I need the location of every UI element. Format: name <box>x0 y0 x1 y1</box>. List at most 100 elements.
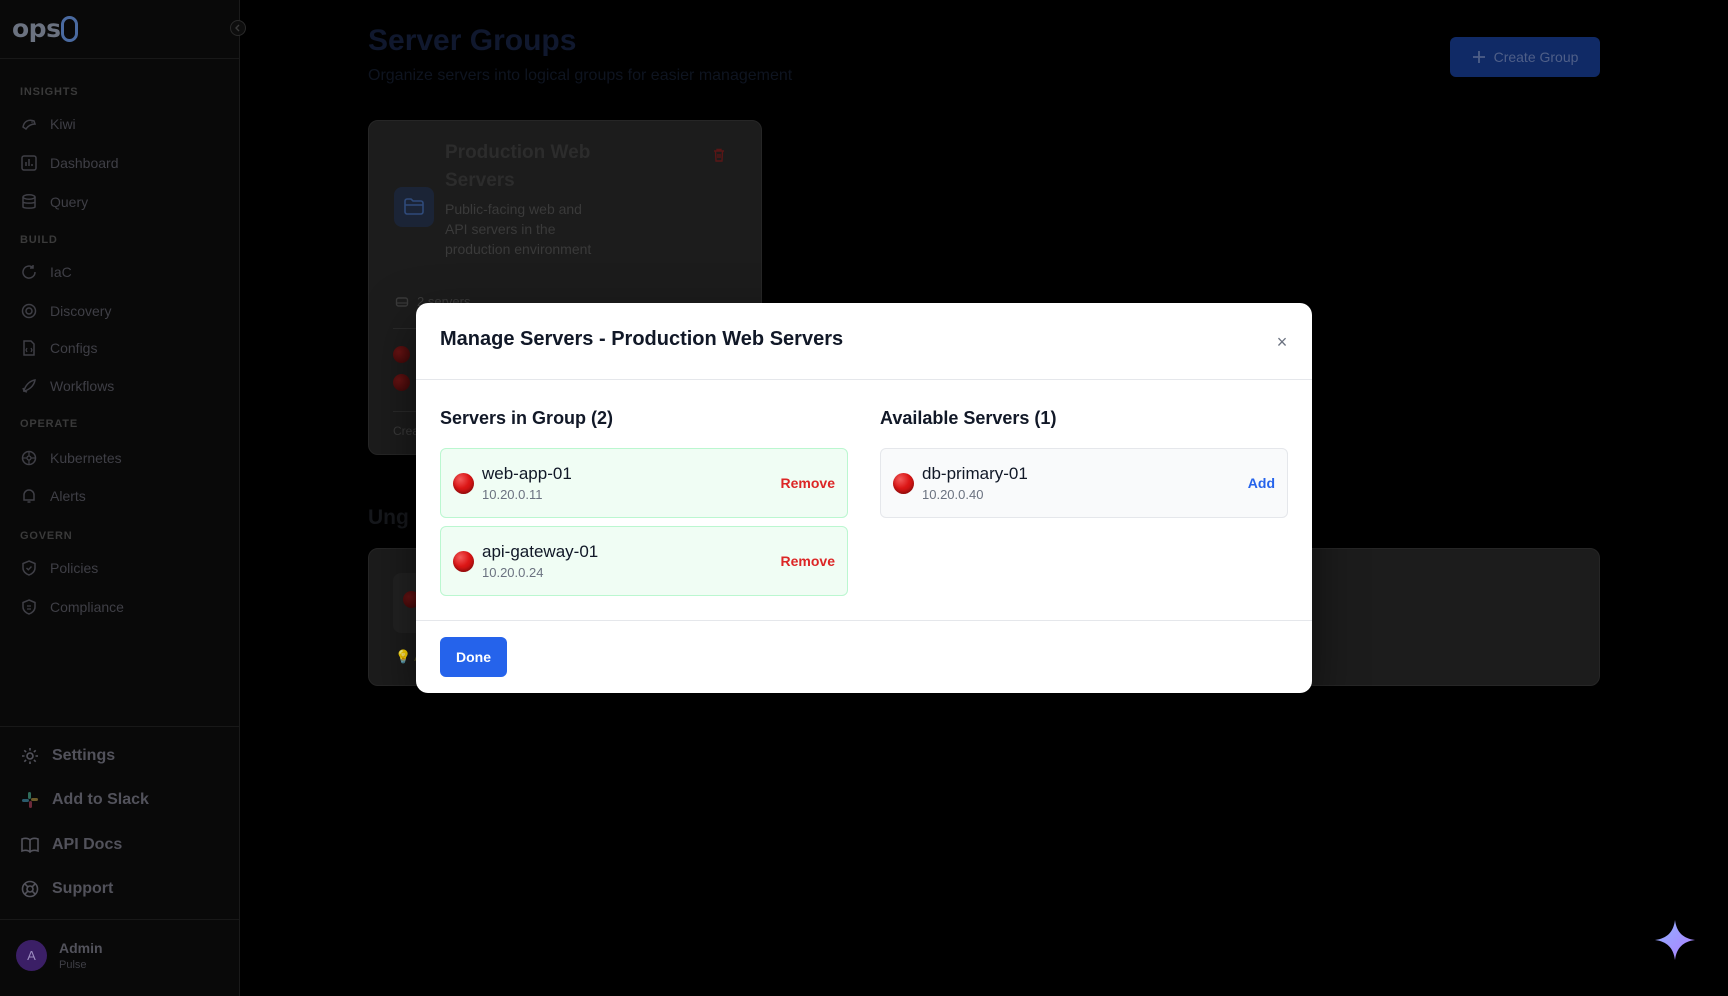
sidebar-item-label: Kiwi <box>50 116 76 132</box>
shield-check-icon <box>22 560 36 576</box>
status-dot-icon <box>393 374 410 391</box>
refresh-icon <box>22 265 36 279</box>
api-docs-label: API Docs <box>52 836 123 853</box>
support-label: Support <box>52 880 114 897</box>
sidebar: ops INSIGHTS Kiwi Dashboard Query BUILD … <box>0 0 246 996</box>
sidebar-item-label: Dashboard <box>50 155 119 171</box>
sidebar-item-label: Query <box>50 194 89 210</box>
server-ip: 10.20.0.24 <box>482 565 544 580</box>
section-label-govern: GOVERN <box>20 530 73 542</box>
support-link[interactable]: Support <box>20 874 113 904</box>
slack-icon <box>22 792 38 808</box>
bell-icon <box>23 489 35 503</box>
sidebar-item-label: Discovery <box>50 303 112 319</box>
remove-server-button[interactable]: Remove <box>781 475 835 491</box>
done-button[interactable]: Done <box>440 637 507 677</box>
sidebar-item-policies[interactable]: Policies <box>20 553 98 583</box>
lifebuoy-icon <box>21 880 39 898</box>
sidebar-divider <box>0 726 239 727</box>
sidebar-item-kiwi[interactable]: Kiwi <box>20 109 76 139</box>
book-icon <box>21 837 39 854</box>
sidebar-item-label: IaC <box>50 264 72 280</box>
server-ip: 10.20.0.40 <box>922 487 984 502</box>
section-label-operate: OPERATE <box>20 418 78 430</box>
group-title: Production Web Servers <box>445 142 591 191</box>
kubernetes-icon <box>21 450 37 466</box>
gear-icon <box>22 748 38 764</box>
close-modal-button[interactable]: × <box>1272 332 1292 352</box>
shield-icon <box>22 599 36 615</box>
file-code-icon <box>23 340 35 356</box>
sidebar-item-dashboard[interactable]: Dashboard <box>20 148 119 178</box>
modal-footer: Done <box>416 620 1312 693</box>
plus-icon <box>1472 51 1485 63</box>
sidebar-item-compliance[interactable]: Compliance <box>20 592 124 622</box>
add-to-slack-link[interactable]: Add to Slack <box>20 785 149 815</box>
sidebar-item-label: Kubernetes <box>50 450 122 466</box>
available-server-row: db-primary-01 10.20.0.40 Add <box>880 448 1288 518</box>
sidebar-item-iac[interactable]: IaC <box>20 257 72 287</box>
available-servers-title: Available Servers (1) <box>880 408 1057 428</box>
sidebar-item-label: Alerts <box>50 488 86 504</box>
status-dot-icon <box>453 472 474 494</box>
sidebar-item-label: Policies <box>50 560 99 576</box>
sidebar-divider <box>0 58 239 59</box>
servers-in-group-title: Servers in Group (2) <box>440 408 614 428</box>
server-name: web-app-01 <box>482 464 572 483</box>
user-org: Pulse <box>59 959 87 971</box>
group-description: Public-facing web and API servers in the… <box>445 201 592 257</box>
sidebar-item-configs[interactable]: Configs <box>20 333 97 363</box>
sidebar-item-alerts[interactable]: Alerts <box>20 481 86 511</box>
sidebar-item-query[interactable]: Query <box>20 187 88 217</box>
create-group-label: Create Group <box>1493 49 1579 65</box>
folder-icon <box>404 198 424 215</box>
ai-assistant-button[interactable] <box>1650 915 1700 965</box>
group-server-row: web-app-01 10.20.0.11 Remove <box>440 448 848 518</box>
section-label-insights: INSIGHTS <box>20 86 79 98</box>
api-docs-link[interactable]: API Docs <box>20 830 122 860</box>
add-server-button[interactable]: Add <box>1248 475 1275 491</box>
dashboard-icon <box>21 155 37 171</box>
settings-label: Settings <box>52 747 116 764</box>
add-to-slack-label: Add to Slack <box>52 791 149 808</box>
modal-header: Manage Servers - Production Web Servers … <box>416 303 1312 380</box>
delete-group-button[interactable] <box>711 147 727 168</box>
sidebar-item-discovery[interactable]: Discovery <box>20 296 111 326</box>
server-name: db-primary-01 <box>922 464 1028 483</box>
status-dot-icon <box>893 472 914 494</box>
sidebar-item-kubernetes[interactable]: Kubernetes <box>20 443 122 473</box>
ungrouped-section-title: Ung <box>368 506 409 529</box>
group-server-row: api-gateway-01 10.20.0.24 Remove <box>440 526 848 596</box>
modal-title: Manage Servers - Production Web Servers <box>440 328 844 350</box>
remove-server-button[interactable]: Remove <box>781 553 835 569</box>
trash-icon <box>714 148 724 162</box>
page-title: Server Groups <box>368 24 577 57</box>
sparkle-icon <box>1655 920 1695 960</box>
manage-servers-modal: Manage Servers - Production Web Servers … <box>416 303 1312 693</box>
sidebar-item-label: Configs <box>50 340 98 356</box>
user-name: Admin <box>59 940 103 956</box>
server-name: api-gateway-01 <box>482 542 599 561</box>
bird-icon <box>22 119 37 131</box>
logo-mark-icon <box>61 16 79 42</box>
app-logo[interactable]: ops <box>12 12 79 44</box>
section-label-build: BUILD <box>20 234 58 246</box>
server-icon <box>395 296 409 307</box>
database-icon <box>22 194 36 209</box>
chevron-left-icon <box>235 24 240 32</box>
user-menu[interactable]: A Admin Pulse <box>16 940 103 971</box>
server-ip: 10.20.0.11 <box>482 487 543 502</box>
page-subtitle: Organize servers into logical groups for… <box>368 67 793 84</box>
sidebar-item-label: Workflows <box>50 378 115 394</box>
rocket-icon <box>22 379 36 393</box>
sidebar-item-workflows[interactable]: Workflows <box>20 371 114 401</box>
settings-link[interactable]: Settings <box>20 741 115 771</box>
logo-text: ops <box>12 13 61 43</box>
radar-icon <box>21 303 37 319</box>
sidebar-divider <box>0 919 239 920</box>
status-dot-icon <box>453 550 474 572</box>
create-group-button[interactable]: Create Group <box>1450 37 1600 77</box>
status-dot-icon <box>393 346 410 363</box>
sidebar-item-label: Compliance <box>50 599 124 615</box>
collapse-sidebar-button[interactable] <box>230 20 246 36</box>
